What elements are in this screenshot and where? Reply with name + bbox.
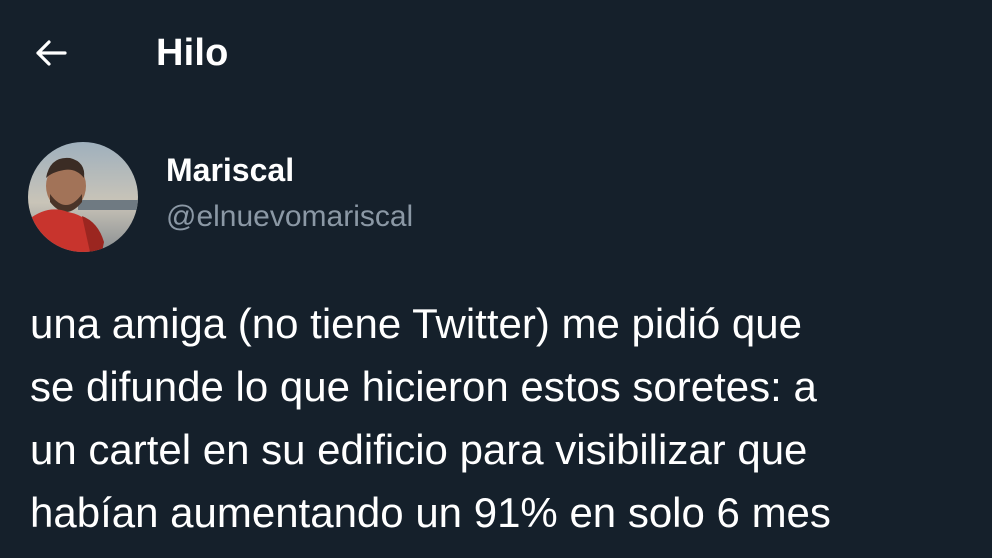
thread-header: Hilo bbox=[0, 0, 992, 106]
arrow-left-icon bbox=[36, 40, 67, 66]
author-name[interactable]: Mariscal bbox=[166, 150, 294, 190]
page-title: Hilo bbox=[156, 32, 229, 74]
tweet-text-line: una amiga (no tiene Twitter) me pidió qu… bbox=[30, 300, 802, 347]
author-handle[interactable]: @elnuevomariscal bbox=[166, 198, 413, 236]
tweet-text-line: se difunde lo que hicieron estos soretes… bbox=[30, 363, 817, 410]
user-avatar-image bbox=[28, 142, 138, 252]
tweet-text: una amiga (no tiene Twitter) me pidió qu… bbox=[30, 292, 992, 558]
avatar[interactable] bbox=[28, 142, 138, 252]
back-button[interactable] bbox=[26, 30, 76, 76]
tweet-text-line: un cartel en su edificio para visibiliza… bbox=[30, 426, 808, 473]
tweet-text-line: habían aumentando un 91% en solo 6 mes bbox=[30, 489, 831, 536]
